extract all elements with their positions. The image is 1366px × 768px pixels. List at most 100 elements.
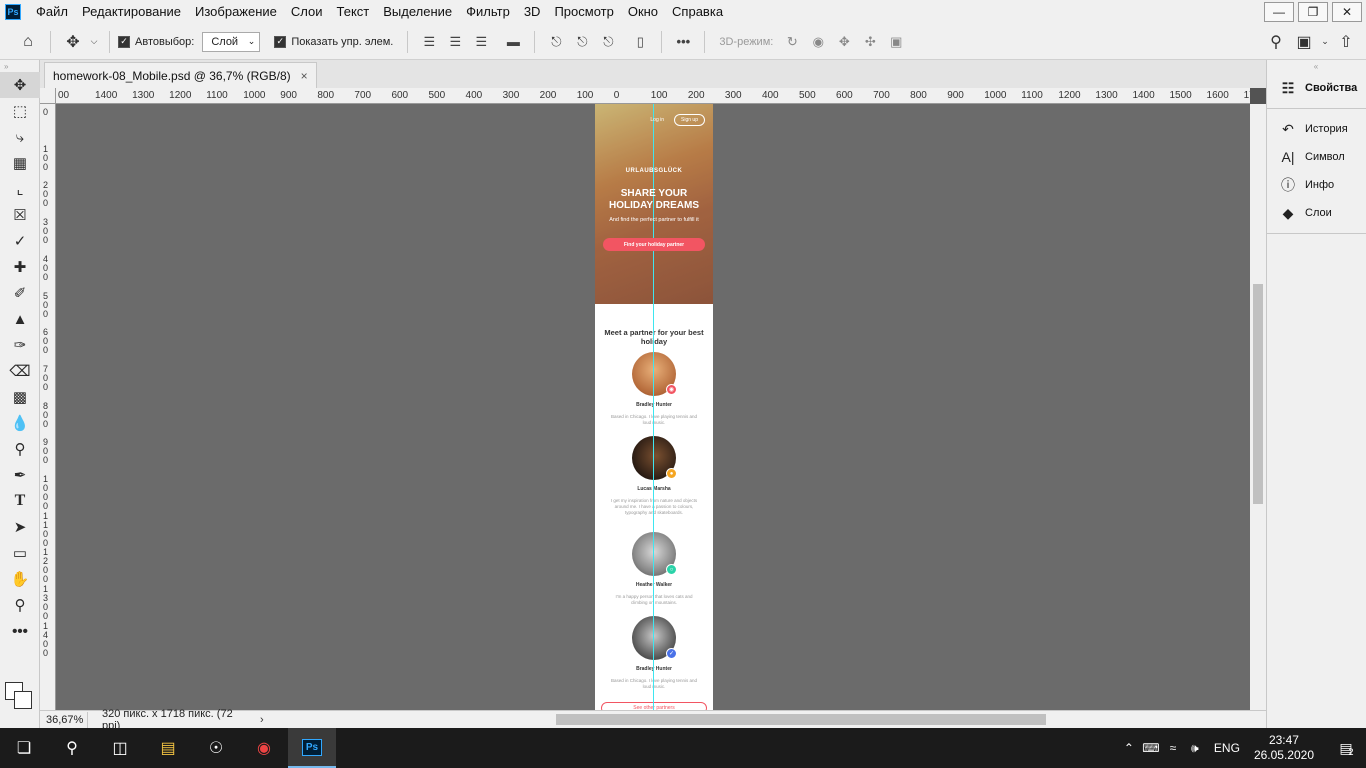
blur-tool-icon[interactable]: 💧 xyxy=(0,410,40,436)
steam-icon[interactable]: ☉ xyxy=(192,728,240,768)
keyboard-icon[interactable]: ⌨ xyxy=(1140,741,1162,755)
align-middle-v-icon[interactable]: ⎋ xyxy=(569,32,595,52)
lasso-tool-icon[interactable]: ⤷ xyxy=(0,124,40,150)
wifi-icon[interactable]: ≈ xyxy=(1162,741,1184,755)
minimize-button[interactable]: — xyxy=(1264,2,1294,22)
hero-cta-button: Find your holiday partner xyxy=(603,238,705,251)
panel-properties[interactable]: ☷ Свойства xyxy=(1267,74,1366,102)
zoom-tool-icon[interactable]: ⚲ xyxy=(0,592,40,618)
align-top-icon[interactable]: ⎋ xyxy=(543,32,569,52)
type-tool-icon[interactable]: T xyxy=(0,488,40,514)
hand-tool-icon[interactable]: ✋ xyxy=(0,566,40,592)
dodge-tool-icon[interactable]: ⚲ xyxy=(0,436,40,462)
collapse-icon[interactable]: » xyxy=(0,60,39,72)
orbit-3d-icon[interactable]: ↻ xyxy=(779,34,805,50)
windows-start-icon[interactable]: ❏ xyxy=(0,728,48,768)
eyedropper-tool-icon[interactable]: ✓ xyxy=(0,228,40,254)
partner-description: Based in Chicago. I love playing tennis … xyxy=(610,678,698,689)
horizontal-scroll-thumb[interactable] xyxy=(556,714,1046,725)
more-options-icon[interactable]: ••• xyxy=(670,32,696,52)
menu-file[interactable]: Файл xyxy=(29,0,75,24)
share-icon[interactable]: ⇧ xyxy=(1332,28,1360,56)
menu-3d[interactable]: 3D xyxy=(517,0,548,24)
path-select-tool-icon[interactable]: ➤ xyxy=(0,514,40,540)
history-brush-tool-icon[interactable]: ✑ xyxy=(0,332,40,358)
menu-view[interactable]: Просмотр xyxy=(547,0,620,24)
ruler-horizontal[interactable]: 00 1400 1300 1200 1100 1000 900 800 700 600 500 400… xyxy=(56,88,1250,104)
document-tab[interactable]: homework-08_Mobile.psd @ 36,7% (RGB/8) × xyxy=(44,62,317,88)
healing-brush-tool-icon[interactable]: ✚ xyxy=(0,254,40,280)
menu-window[interactable]: Окно xyxy=(621,0,665,24)
search-icon[interactable]: ⚲ xyxy=(48,728,96,768)
panel-character[interactable]: A| Символ xyxy=(1267,143,1366,171)
clock[interactable]: 23:47 26.05.2020 xyxy=(1254,733,1314,763)
crop-tool-icon[interactable]: ⌞ xyxy=(0,176,40,202)
menu-help[interactable]: Справка xyxy=(665,0,730,24)
zoom-field[interactable]: 36,67% xyxy=(40,711,88,728)
system-tray: ⌃ ⌨ ≈ 🕪 ENG 23:47 26.05.2020 ▤ 2 xyxy=(1118,728,1366,768)
tools-panel: » ✥ ⬚ ⤷ ▦ ⌞ ☒ ✓ ✚ ✐ ▲ ✑ ⌫ ▩ 💧 ⚲ ✒ T ➤ ▭ … xyxy=(0,60,40,728)
brush-tool-icon[interactable]: ✐ xyxy=(0,280,40,306)
close-icon[interactable]: × xyxy=(301,69,308,83)
panel-info[interactable]: ⓘ Инфо xyxy=(1267,171,1366,199)
menu-select[interactable]: Выделение xyxy=(376,0,459,24)
background-color-swatch[interactable] xyxy=(14,691,32,709)
workspace-icon[interactable]: ▣ xyxy=(1290,28,1318,56)
vertical-scroll-thumb[interactable] xyxy=(1253,284,1263,504)
restore-button[interactable]: ❐ xyxy=(1298,2,1328,22)
rectangle-tool-icon[interactable]: ▭ xyxy=(0,540,40,566)
marquee-tool-icon[interactable]: ⬚ xyxy=(0,98,40,124)
frame-tool-icon[interactable]: ☒ xyxy=(0,202,40,228)
avatar: ● xyxy=(632,436,677,480)
notifications-icon[interactable]: ▤ 2 xyxy=(1326,740,1366,758)
clone-stamp-tool-icon[interactable]: ▲ xyxy=(0,306,40,332)
chevron-up-icon[interactable]: ⌃ xyxy=(1118,741,1140,755)
menu-edit[interactable]: Редактирование xyxy=(75,0,188,24)
slide-3d-icon[interactable]: ✣ xyxy=(857,34,883,50)
chrome-icon[interactable]: ◉ xyxy=(240,728,288,768)
chevron-down-icon[interactable]: ⌵ xyxy=(87,28,101,56)
status-menu-arrow[interactable]: › xyxy=(260,714,264,726)
artboard[interactable]: Log in Sign up URLAUBSGLÜCK SHARE YOUR H… xyxy=(595,104,713,710)
chevron-down-icon[interactable]: ⌄ xyxy=(1318,28,1332,56)
ruler-vertical[interactable]: 0 1 0 0 2 0 0 3 0 0 4 0 0 5 0 0 6 0 0 7 0 0 8 0 … xyxy=(40,104,56,710)
auto-select-dropdown[interactable]: Слой ⌄ xyxy=(202,31,261,52)
search-icon[interactable]: ⚲ xyxy=(1262,28,1290,56)
panel-history[interactable]: ↶ История xyxy=(1267,115,1366,143)
move-tool-icon[interactable]: ✥ xyxy=(59,28,87,56)
show-controls-checkbox[interactable]: ✓ Показать упр. элем. xyxy=(274,35,393,48)
task-view-icon[interactable]: ◫ xyxy=(96,728,144,768)
menu-filter[interactable]: Фильтр xyxy=(459,0,517,24)
menu-image[interactable]: Изображение xyxy=(188,0,284,24)
eraser-tool-icon[interactable]: ⌫ xyxy=(0,358,40,384)
align-bottom-icon[interactable]: ⎋ xyxy=(595,32,621,52)
panel-layers[interactable]: ◆ Слои xyxy=(1267,199,1366,227)
align-left-icon[interactable]: ☰ xyxy=(416,32,442,52)
edit-toolbar-icon[interactable]: ••• xyxy=(0,618,40,644)
align-right-icon[interactable]: ☰ xyxy=(468,32,494,52)
photoshop-taskbar-icon[interactable]: Ps xyxy=(288,728,336,768)
pen-tool-icon[interactable]: ✒ xyxy=(0,462,40,488)
language-indicator[interactable]: ENG xyxy=(1214,741,1240,755)
object-select-tool-icon[interactable]: ▦ xyxy=(0,150,40,176)
gradient-tool-icon[interactable]: ▩ xyxy=(0,384,40,410)
collapse-icon[interactable]: « xyxy=(1267,60,1366,72)
menu-type[interactable]: Текст xyxy=(330,0,377,24)
ruler-corner[interactable] xyxy=(40,88,56,104)
drag-3d-icon[interactable]: ✥ xyxy=(831,34,857,50)
auto-select-checkbox[interactable]: ✓ Автовыбор: xyxy=(118,35,194,48)
close-button[interactable]: ✕ xyxy=(1332,2,1362,22)
home-icon[interactable]: ⌂ xyxy=(14,28,42,56)
roll-3d-icon[interactable]: ◉ xyxy=(805,34,831,50)
volume-icon[interactable]: 🕪 xyxy=(1184,741,1206,756)
distribute-h-icon[interactable]: ▬ xyxy=(500,32,526,52)
vertical-scrollbar[interactable] xyxy=(1250,104,1266,710)
menu-layers[interactable]: Слои xyxy=(284,0,330,24)
canvas-area[interactable]: Log in Sign up URLAUBSGLÜCK SHARE YOUR H… xyxy=(56,104,1250,710)
align-center-h-icon[interactable]: ☰ xyxy=(442,32,468,52)
distribute-v-icon[interactable]: ▯ xyxy=(627,32,653,52)
ruler-tick-label: 1200 xyxy=(1058,90,1081,101)
move-tool-icon[interactable]: ✥ xyxy=(0,72,40,98)
camera-3d-icon[interactable]: ▣ xyxy=(883,34,909,50)
file-explorer-icon[interactable]: ▤ xyxy=(144,728,192,768)
